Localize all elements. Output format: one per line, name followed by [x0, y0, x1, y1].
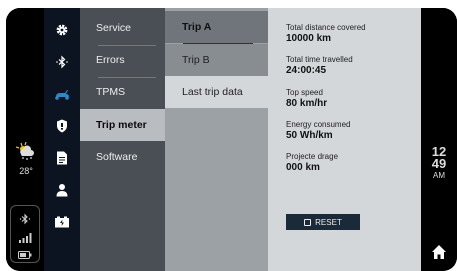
- reset-icon: [304, 218, 312, 226]
- submenu-item-trip-b[interactable]: Trip B: [165, 44, 268, 76]
- temperature-label: 28°: [19, 166, 33, 176]
- document-icon: [57, 151, 67, 165]
- stat-value: 24:00:45: [286, 65, 327, 76]
- stat-label: Projecte drage: [286, 152, 339, 161]
- stat-label: Energy consumed: [286, 120, 351, 129]
- bluetooth-icon: [56, 55, 68, 69]
- user-icon: [56, 184, 68, 197]
- bluetooth-icon: [11, 212, 39, 230]
- clock: 12 49 AM: [421, 145, 457, 180]
- dashboard-screen: 28° Service Errors TPMS Trip meter Softw…: [6, 8, 457, 271]
- menu-item-trip-meter[interactable]: Trip meter: [80, 109, 165, 141]
- menu-item-errors[interactable]: Errors: [80, 44, 165, 76]
- settings-menu: Service Errors TPMS Trip meter Software: [80, 8, 165, 271]
- nav-vehicle[interactable]: [44, 82, 80, 106]
- menu-item-software[interactable]: Software: [80, 141, 165, 173]
- nav-charging[interactable]: [44, 210, 80, 234]
- trip-details-panel: Total distance covered 10000 km Total ti…: [268, 8, 421, 271]
- stat-label: Top speed: [286, 88, 323, 97]
- cloud-snow-icon: [15, 141, 34, 160]
- menu-item-service[interactable]: Service: [80, 12, 165, 44]
- submenu-item-trip-a[interactable]: Trip A: [165, 11, 268, 43]
- scooter-icon: [55, 90, 69, 100]
- nav-profile[interactable]: [44, 178, 80, 202]
- stat-value: 000 km: [286, 162, 320, 173]
- clock-ampm: AM: [433, 171, 445, 180]
- status-rail: 28°: [6, 8, 44, 271]
- stat-value: 50 Wh/km: [286, 130, 333, 141]
- stat-energy-consumed: Energy consumed 50 Wh/km: [286, 120, 350, 142]
- weather-widget: 28°: [15, 141, 36, 176]
- home-icon: [432, 245, 446, 259]
- right-rail: 12 49 AM: [421, 8, 457, 271]
- icon-nav: [44, 8, 80, 271]
- stat-value: 80 km/hr: [286, 98, 328, 109]
- connectivity-box: [10, 205, 40, 263]
- stat-projected-range: Projecte drage 000 km: [286, 152, 338, 174]
- stat-label: Total distance covered: [286, 23, 366, 32]
- clock-minute: 49: [431, 156, 447, 171]
- stat-total-time: Total time travelled 24:00:45: [286, 55, 353, 77]
- stat-top-speed: Top speed 80 km/hr: [286, 88, 327, 110]
- battery-charge-icon: [55, 216, 69, 228]
- stat-label: Total time travelled: [286, 55, 353, 64]
- shield-icon: [57, 119, 67, 133]
- submenu-item-last-trip-data[interactable]: Last trip data: [165, 76, 268, 108]
- nav-documents[interactable]: [44, 146, 80, 170]
- battery-icon: [11, 246, 39, 264]
- menu-item-tpms[interactable]: TPMS: [80, 76, 165, 108]
- reset-button[interactable]: RESET: [286, 214, 360, 230]
- nav-settings[interactable]: [44, 18, 80, 42]
- nav-security[interactable]: [44, 114, 80, 138]
- home-button[interactable]: [431, 244, 447, 260]
- trip-submenu: Trip A Trip B Last trip data: [165, 8, 268, 271]
- reset-label: RESET: [315, 217, 342, 227]
- stat-value: 10000 km: [286, 33, 332, 44]
- nav-bluetooth[interactable]: [44, 50, 80, 74]
- stat-total-distance: Total distance covered 10000 km: [286, 23, 366, 45]
- gear-icon: [56, 24, 68, 36]
